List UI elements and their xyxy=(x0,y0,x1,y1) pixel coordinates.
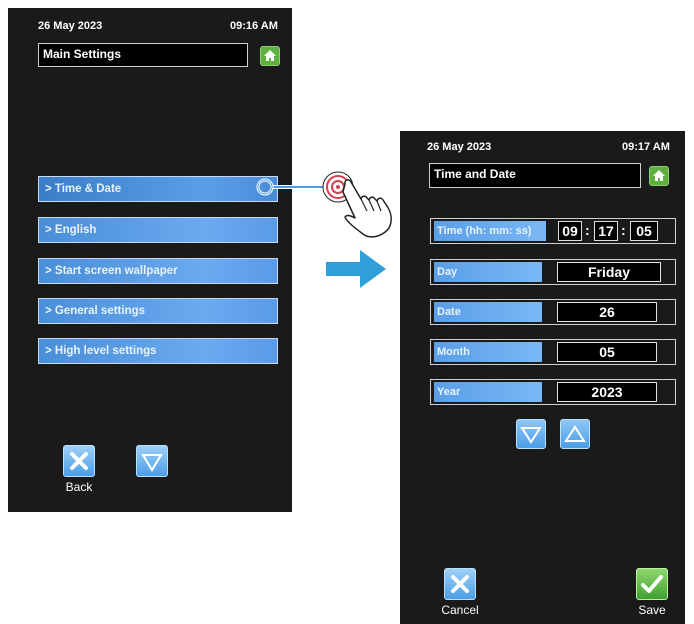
seconds-field[interactable]: 05 xyxy=(630,221,658,241)
home-icon xyxy=(653,170,665,181)
date-row: Date 26 xyxy=(430,299,676,325)
home-button[interactable] xyxy=(649,166,669,186)
time-date-screen: 26 May 2023 09:17 AM Time and Date Time … xyxy=(400,131,685,624)
day-row: Day Friday xyxy=(430,259,676,285)
decrement-button[interactable] xyxy=(516,419,546,449)
menu-item-high-level-settings[interactable]: > High level settings xyxy=(38,338,278,364)
menu-item-wallpaper[interactable]: > Start screen wallpaper xyxy=(38,258,278,284)
time-separator: : xyxy=(621,222,626,238)
hours-field[interactable]: 09 xyxy=(558,221,582,241)
up-arrow-icon xyxy=(564,425,586,442)
menu-item-label: > Time & Date xyxy=(45,183,122,195)
tap-hand-icon xyxy=(342,179,392,238)
status-time: 09:16 AM xyxy=(230,20,278,32)
menu-item-general-settings[interactable]: > General settings xyxy=(38,298,278,324)
right-arrow-icon xyxy=(326,250,386,288)
menu-item-label: > General settings xyxy=(45,305,146,317)
back-button[interactable] xyxy=(63,445,95,477)
time-row: Time (hh: mm: ss) 09 : 17 : 05 xyxy=(430,218,676,244)
page-title: Time and Date xyxy=(429,163,641,188)
month-label: Month xyxy=(434,342,542,362)
home-icon xyxy=(264,50,276,61)
cancel-label: Cancel xyxy=(441,603,479,617)
cancel-button[interactable] xyxy=(444,568,476,600)
month-row: Month 05 xyxy=(430,339,676,365)
date-field[interactable]: 26 xyxy=(557,302,657,322)
minutes-field[interactable]: 17 xyxy=(594,221,618,241)
menu-item-label: > High level settings xyxy=(45,345,157,357)
down-arrow-icon xyxy=(141,454,163,472)
back-label: Back xyxy=(65,480,93,494)
status-time: 09:17 AM xyxy=(622,141,670,153)
time-separator: : xyxy=(585,222,590,238)
menu-item-english[interactable]: > English xyxy=(38,217,278,243)
increment-button[interactable] xyxy=(560,419,590,449)
save-button[interactable] xyxy=(636,568,668,600)
month-field[interactable]: 05 xyxy=(557,342,657,362)
year-label: Year xyxy=(434,382,542,402)
date-label: Date xyxy=(434,302,542,322)
status-date: 26 May 2023 xyxy=(427,141,492,153)
day-label: Day xyxy=(434,262,542,282)
day-field[interactable]: Friday xyxy=(557,262,661,282)
down-arrow-icon xyxy=(520,427,542,444)
scroll-down-button[interactable] xyxy=(136,445,168,477)
menu-item-label: > English xyxy=(45,224,97,236)
close-icon xyxy=(451,575,469,593)
status-date: 26 May 2023 xyxy=(38,20,103,32)
year-field[interactable]: 2023 xyxy=(557,382,657,402)
menu-item-time-date[interactable]: > Time & Date xyxy=(38,176,278,202)
close-icon xyxy=(70,452,88,470)
save-label: Save xyxy=(638,603,666,617)
main-settings-screen: 26 May 2023 09:16 AM Main Settings > Tim… xyxy=(8,8,292,512)
time-label: Time (hh: mm: ss) xyxy=(434,221,546,241)
year-row: Year 2023 xyxy=(430,379,676,405)
menu-item-label: > Start screen wallpaper xyxy=(45,265,178,277)
check-icon xyxy=(641,575,663,593)
page-title: Main Settings xyxy=(38,43,248,67)
home-button[interactable] xyxy=(260,46,280,66)
